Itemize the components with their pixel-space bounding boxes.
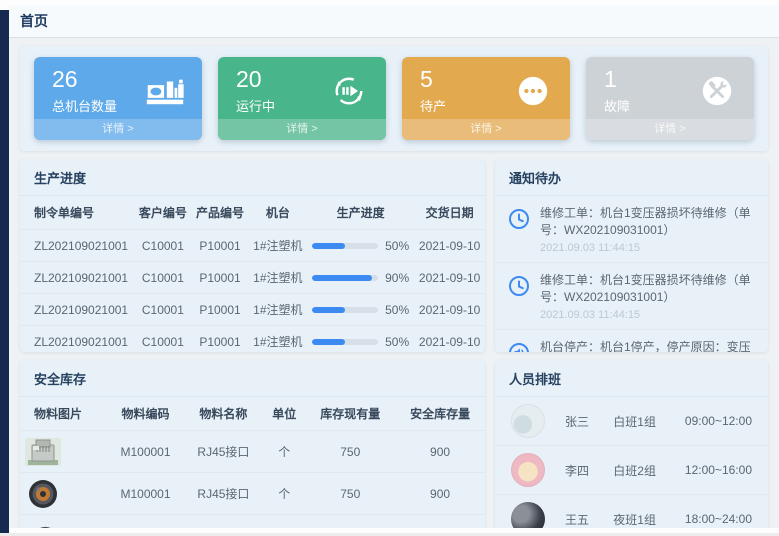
sidebar-edge [0,10,9,533]
table-header-row: 制令单编号 客户编号 产品编号 机台 生产进度 交货日期 [20,196,485,230]
stat-card-running[interactable]: 20 运行中 详情 > [218,57,386,140]
total-machines-detail-link[interactable]: 详情 > [34,119,202,140]
dashboard-content: 26 总机台数量 [9,38,779,528]
avatar [511,404,545,438]
table-row: ZL202109021001 C10001 P10001 1#注塑机 50% 2… [20,326,485,353]
col-safety-qty: 安全库存量 [395,397,485,431]
cycle-run-icon [328,73,370,109]
avatar [511,502,545,528]
progress-bar: 50% [311,335,410,349]
tab-home[interactable]: 首页 [20,11,48,31]
col-customer-no: 客户编号 [134,196,191,230]
col-delivery-date: 交货日期 [414,196,485,230]
table-row: ZL202109021001 C10001 P10001 1#注塑机 90% 2… [20,262,485,294]
col-progress: 生产进度 [307,196,414,230]
tools-icon [696,73,738,109]
table-header-row: 物料图片 物料编码 物料名称 单位 库存现有量 安全库存量 [20,397,485,431]
notification-time: 2021.09.03 11:44:15 [540,309,756,321]
stat-card-waiting[interactable]: 5 待产 详情 > [402,57,570,140]
total-machines-label: 总机台数量 [52,96,117,115]
worker-shift: 白班1组 [613,413,685,430]
col-material-image: 物料图片 [20,397,107,431]
avatar [511,453,545,487]
personnel-schedule-panel: 人员排班 张三 白班1组 09:00~12:00 李四 白班2组 12:00~1… [495,360,768,528]
schedule-row: 李四 白班2组 12:00~16:00 [495,446,768,495]
notification-item[interactable]: 机台停产：机台1停产，停产原因：变压器损坏 2021.09.03 11:44:1… [495,330,768,352]
progress-bar: 50% [311,303,410,317]
rj45-port-photo [24,436,62,468]
running-detail-link[interactable]: 详情 > [218,119,386,140]
col-on-hand: 库存现有量 [305,397,395,431]
table-row: M100001 RJ45接口 个 750 900 [20,473,485,515]
clock-icon [507,274,531,298]
worker-name: 李四 [565,462,613,479]
col-order-no: 制令单编号 [20,196,134,230]
running-value: 20 [236,67,275,92]
speaker-icon [507,341,531,352]
worker-shift: 白班2组 [613,462,685,479]
col-machine: 机台 [249,196,308,230]
notifications-title: 通知待办 [495,159,768,196]
col-unit: 单位 [263,397,305,431]
fault-detail-link[interactable]: 详情 > [586,119,754,140]
schedule-row: 王五 夜班1组 18:00~24:00 [495,495,768,528]
production-progress-table: 制令单编号 客户编号 产品编号 机台 生产进度 交货日期 ZL202109021… [20,196,485,352]
notification-item[interactable]: 维修工单：机台1变压器损坏待维修（单号：WX202109031001） 2021… [495,196,768,263]
stat-cards-panel: 26 总机台数量 [20,46,768,151]
tab-bar: 首页 [9,5,779,38]
table-row: ZL202109021001 C10001 P10001 1#注塑机 50% 2… [20,230,485,262]
notification-text: 维修工单：机台1变压器损坏待维修（单号：WX202109031001） [540,272,756,307]
fault-label: 故障 [604,96,630,115]
waiting-detail-link[interactable]: 详情 > [402,119,570,140]
safety-stock-table: 物料图片 物料编码 物料名称 单位 库存现有量 安全库存量 [20,397,485,528]
progress-bar: 90% [311,271,410,285]
notification-item[interactable]: 维修工单：机台1变压器损坏待维修（单号：WX202109031001） 2021… [495,263,768,330]
notification-text: 维修工单：机台1变压器损坏待维修（单号：WX202109031001） [540,205,756,240]
ellipsis-icon [512,73,554,109]
table-row: ZL202109021001 C10001 P10001 1#注塑机 50% 2… [20,294,485,326]
cone-speaker-photo [24,520,62,528]
main-window: 首页 26 总机台数量 [9,5,779,528]
waiting-value: 5 [420,67,446,92]
table-row: M100001 RJ45接口 个 750 900 [20,515,485,529]
notification-text: 机台停产：机台1停产，停产原因：变压器损坏 [540,339,756,352]
col-material-name: 物料名称 [184,397,263,431]
notifications-panel: 通知待办 维修工单：机台1变压器损坏待维修（单号：WX202109031001）… [495,159,768,352]
running-label: 运行中 [236,96,275,115]
machine-icon [144,73,186,109]
notification-time: 2021.09.03 11:44:15 [540,242,756,254]
worker-shift: 夜班1组 [613,511,685,528]
progress-bar: 50% [311,239,410,253]
table-row: M100001 RJ45接口 个 750 900 [20,431,485,473]
worker-time: 12:00~16:00 [685,463,752,477]
clock-icon [507,207,531,231]
total-machines-value: 26 [52,67,117,92]
safety-stock-panel: 安全库存 物料图片 物料编码 物料名称 单位 库存现有量 安全库存量 [20,360,485,528]
worker-time: 18:00~24:00 [685,512,752,526]
waiting-label: 待产 [420,96,446,115]
production-progress-panel: 生产进度 制令单编号 客户编号 产品编号 机台 生产进度 交货日期 [20,159,485,352]
schedule-row: 张三 白班1组 09:00~12:00 [495,397,768,446]
production-progress-title: 生产进度 [20,159,485,196]
col-product-no: 产品编号 [191,196,248,230]
safety-stock-title: 安全库存 [20,360,485,397]
fault-value: 1 [604,67,630,92]
personnel-schedule-title: 人员排班 [495,360,768,397]
stat-card-total-machines[interactable]: 26 总机台数量 [34,57,202,140]
stat-card-fault[interactable]: 1 故障 [586,57,754,140]
col-material-code: 物料编码 [107,397,184,431]
round-speaker-photo [24,478,62,510]
worker-name: 王五 [565,511,613,528]
worker-name: 张三 [565,413,613,430]
worker-time: 09:00~12:00 [685,414,752,428]
